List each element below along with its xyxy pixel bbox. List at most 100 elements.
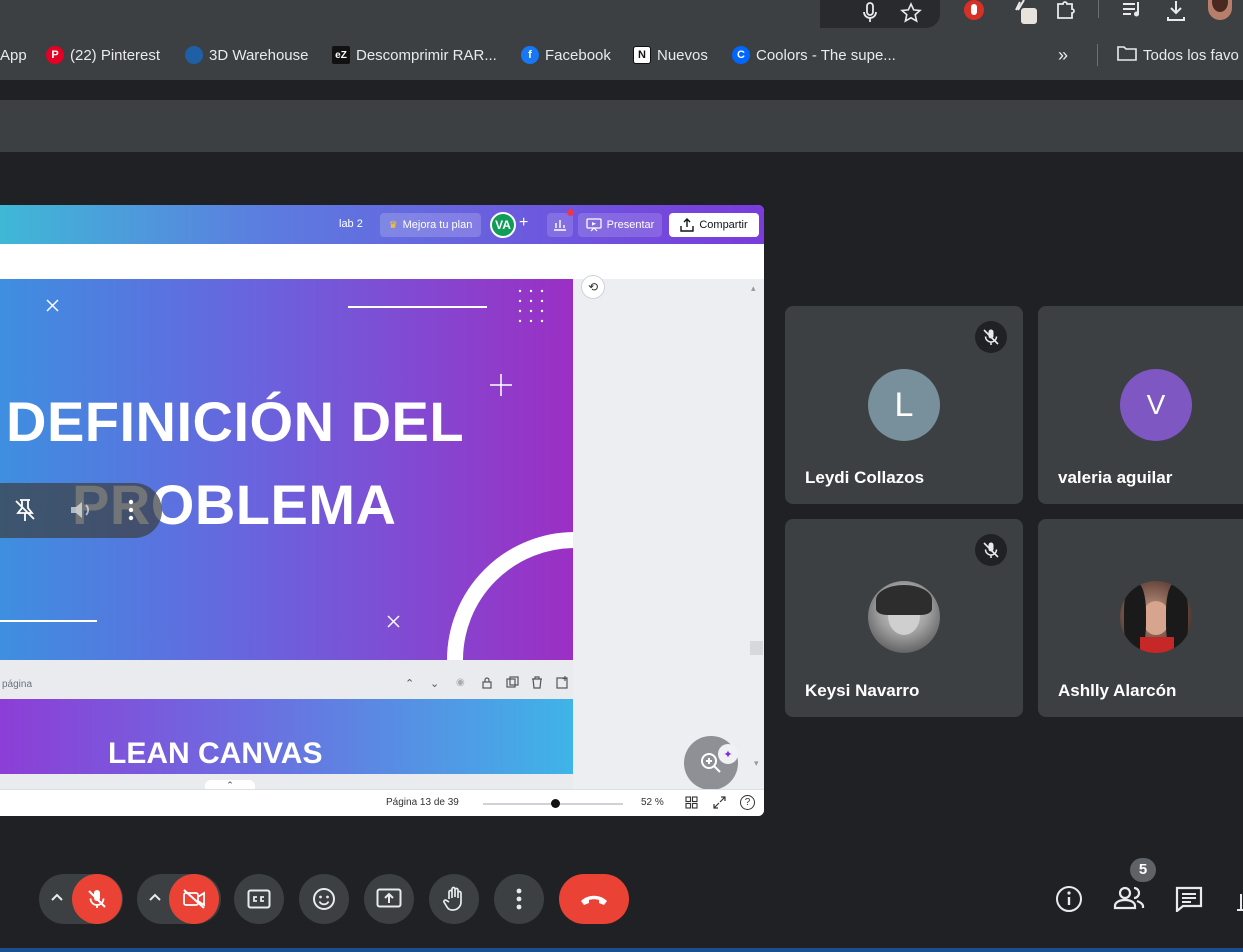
- more-options-icon[interactable]: [126, 497, 136, 528]
- more-vert-icon: [516, 888, 522, 910]
- bookmark-coolors[interactable]: C Coolors - The supe...: [732, 44, 896, 66]
- emoji-icon: [313, 888, 335, 910]
- zoom-level[interactable]: 52 %: [641, 797, 664, 808]
- grid-view-icon[interactable]: [685, 796, 698, 814]
- pinterest-icon: P: [46, 46, 64, 64]
- captions-button[interactable]: [234, 874, 284, 924]
- leave-call-button[interactable]: [559, 874, 629, 924]
- raise-hand-icon: [443, 886, 462, 911]
- bookmark-3d-warehouse[interactable]: 3D Warehouse: [185, 44, 309, 66]
- extensions-puzzle-icon[interactable]: [1055, 0, 1077, 25]
- reading-list-icon[interactable]: [1121, 0, 1143, 25]
- present-button[interactable]: Presentar: [578, 213, 662, 237]
- bookmark-label: Descomprimir RAR...: [356, 46, 497, 64]
- participant-tile[interactable]: L Leydi Collazos: [785, 306, 1023, 504]
- extension-pencil-icon[interactable]: [1014, 0, 1040, 31]
- move-page-up-icon[interactable]: ⌃: [405, 677, 414, 690]
- bookmark-label: Coolors - The supe...: [756, 46, 896, 64]
- ez-icon: eZ: [332, 46, 350, 64]
- meet-top-gap: [0, 80, 1243, 100]
- slide-title-line1: DEFINICIÓN DEL: [6, 390, 465, 453]
- bar-chart-icon: [554, 220, 566, 231]
- camera-options-chevron-icon[interactable]: [147, 888, 163, 913]
- bookmark-nuevos[interactable]: N Nuevos: [633, 44, 708, 66]
- mic-options-chevron-icon[interactable]: [49, 888, 65, 913]
- participant-tile[interactable]: Ashlly Alarcón: [1038, 519, 1243, 717]
- chat-button[interactable]: [1175, 886, 1203, 917]
- analytics-button[interactable]: [547, 209, 574, 237]
- raise-hand-button[interactable]: [429, 874, 479, 924]
- page-title-bar: página ⌃ ⌄ ◉: [0, 673, 573, 699]
- help-icon[interactable]: ?: [740, 795, 755, 810]
- browser-toolbar: [0, 0, 1243, 30]
- zoom-slider-track[interactable]: [483, 799, 623, 808]
- user-avatar[interactable]: VA: [490, 212, 516, 238]
- mic-off-icon: [975, 321, 1007, 353]
- bookmark-pinterest[interactable]: P (22) Pinterest: [46, 44, 160, 66]
- scroll-up-icon[interactable]: ▴: [751, 283, 756, 294]
- bookmarks-overflow-button[interactable]: »: [1058, 44, 1068, 66]
- participant-tile[interactable]: V valeria aguilar: [1038, 306, 1243, 504]
- coolors-icon: C: [732, 46, 750, 64]
- toolbar-divider: [1098, 0, 1099, 18]
- slide-decorations: [0, 289, 573, 660]
- share-button[interactable]: Compartir: [669, 213, 759, 237]
- present-label: Presentar: [606, 219, 655, 231]
- avatar: V: [1120, 369, 1192, 441]
- participant-name: Leydi Collazos: [805, 468, 925, 487]
- rotate-handle-icon[interactable]: ⟲: [581, 275, 605, 299]
- meet-presentation-header: [0, 100, 1243, 152]
- slide-14[interactable]: LEAN CANVAS: [0, 699, 573, 774]
- mic-toggle-button[interactable]: [72, 874, 122, 924]
- activities-icon[interactable]: [1236, 890, 1243, 919]
- duplicate-page-icon[interactable]: [506, 676, 519, 694]
- file-name[interactable]: lab 2: [339, 218, 363, 230]
- more-options-button[interactable]: [494, 874, 544, 924]
- camera-toggle-button[interactable]: [169, 874, 219, 924]
- delete-page-icon[interactable]: [531, 676, 543, 694]
- upgrade-plan-button[interactable]: ♛ Mejora tu plan: [380, 213, 481, 237]
- magic-sparkle-icon[interactable]: ✦: [718, 744, 738, 764]
- slide-13[interactable]: DEFINICIÓN DEL PROBLEMA: [0, 279, 573, 660]
- page-title-input[interactable]: página: [2, 679, 32, 690]
- bookmark-label: Facebook: [545, 46, 611, 64]
- reactions-button[interactable]: [299, 874, 349, 924]
- bookmark-app[interactable]: App: [0, 44, 27, 66]
- scrollbar-thumb[interactable]: [750, 641, 763, 655]
- present-screen-button[interactable]: [364, 874, 414, 924]
- folder-icon: [1117, 45, 1137, 65]
- profile-avatar[interactable]: [1208, 0, 1232, 20]
- bookmark-facebook[interactable]: f Facebook: [521, 44, 611, 66]
- address-bar-end[interactable]: [820, 0, 940, 28]
- download-icon[interactable]: [1165, 0, 1187, 27]
- scroll-down-icon[interactable]: ▾: [754, 758, 759, 769]
- shared-screen-canva[interactable]: lab 2 ♛ Mejora tu plan VA + Presentar Co…: [0, 205, 764, 816]
- microphone-icon[interactable]: [862, 2, 878, 29]
- bookmark-label: App: [0, 46, 27, 64]
- page-indicator[interactable]: Página 13 de 39: [386, 797, 459, 808]
- add-page-icon[interactable]: [556, 676, 569, 694]
- share-icon: [680, 218, 695, 232]
- people-button[interactable]: [1113, 885, 1145, 916]
- bookmark-label: Nuevos: [657, 46, 708, 64]
- magnifier-button[interactable]: ✦: [684, 736, 738, 790]
- zoom-slider-thumb[interactable]: [551, 799, 561, 808]
- hang-up-icon: [581, 895, 607, 905]
- people-icon: [1113, 886, 1145, 910]
- move-page-down-icon[interactable]: ⌄: [430, 677, 439, 690]
- lock-page-icon[interactable]: [481, 676, 493, 694]
- bookmark-folder-all[interactable]: Todos los favo: [1117, 44, 1239, 66]
- canva-side-area: ⟲ ▴: [573, 275, 764, 789]
- meeting-info-button[interactable]: [1055, 885, 1083, 918]
- participant-tile[interactable]: Keysi Navarro: [785, 519, 1023, 717]
- add-collaborator-icon[interactable]: +: [519, 214, 528, 232]
- volume-icon[interactable]: [68, 497, 94, 528]
- hide-page-icon[interactable]: ◉: [456, 677, 465, 688]
- meet-presentation-overlay: [0, 483, 162, 538]
- bookmark-descomprimir[interactable]: eZ Descomprimir RAR...: [332, 44, 497, 66]
- bookmark-star-icon[interactable]: [900, 2, 922, 29]
- adblock-extension-icon[interactable]: [963, 0, 985, 27]
- fullscreen-icon[interactable]: [713, 796, 726, 814]
- unpin-icon[interactable]: [12, 497, 38, 528]
- facebook-icon: f: [521, 46, 539, 64]
